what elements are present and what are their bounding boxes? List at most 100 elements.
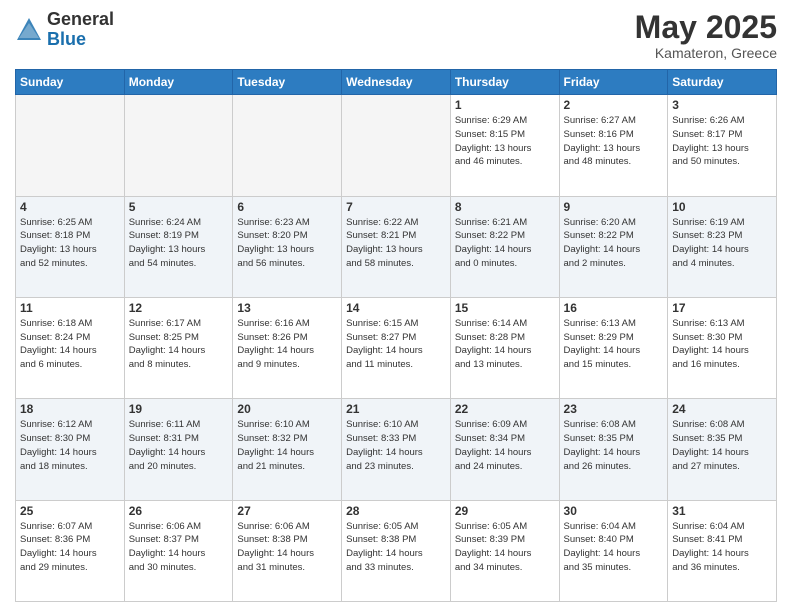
day-number: 15 bbox=[455, 301, 555, 315]
day-number: 25 bbox=[20, 504, 120, 518]
page: General Blue May 2025 Kamateron, Greece … bbox=[0, 0, 792, 612]
calendar-cell: 28Sunrise: 6:05 AM Sunset: 8:38 PM Dayli… bbox=[342, 500, 451, 601]
calendar-week-4: 25 Sunrise: 6:07 AM Sunset: 8:36 PM Dayli… bbox=[16, 500, 777, 601]
calendar-cell: 1Sunrise: 6:29 AM Sunset: 8:15 PM Daylig… bbox=[450, 95, 559, 196]
day-info: Sunrise: 6:09 AM Sunset: 8:34 PM Dayligh… bbox=[455, 418, 555, 473]
day-info: Sunrise: 6:13 AM Sunset: 8:29 PM Dayligh… bbox=[564, 317, 664, 372]
day-info: Sunrise: 6:20 AM Sunset: 8:22 PM Dayligh… bbox=[564, 216, 664, 271]
day-number: 6 bbox=[237, 200, 337, 214]
col-saturday: Saturday bbox=[668, 70, 777, 95]
day-info: Sunrise: 6:10 AM Sunset: 8:32 PM Dayligh… bbox=[237, 418, 337, 473]
day-number: 2 bbox=[564, 98, 664, 112]
day-number: 10 bbox=[672, 200, 772, 214]
calendar-cell: 14Sunrise: 6:15 AM Sunset: 8:27 PM Dayli… bbox=[342, 297, 451, 398]
day-info: Sunrise: 6:08 AM Sunset: 8:35 PM Dayligh… bbox=[564, 418, 664, 473]
day-number: 24 bbox=[672, 402, 772, 416]
calendar-cell: 7 Sunrise: 6:22 AM Sunset: 8:21 PM Daylig… bbox=[342, 196, 451, 297]
day-number: 17 bbox=[672, 301, 772, 315]
day-number: 4 bbox=[20, 200, 120, 214]
day-number: 3 bbox=[672, 98, 772, 112]
day-info: Sunrise: 6:19 AM Sunset: 8:23 PM Dayligh… bbox=[672, 216, 772, 271]
calendar-cell: 24 Sunrise: 6:08 AM Sunset: 8:35 PM Dayli… bbox=[668, 399, 777, 500]
calendar-cell: 12Sunrise: 6:17 AM Sunset: 8:25 PM Dayli… bbox=[124, 297, 233, 398]
calendar-cell: 29Sunrise: 6:05 AM Sunset: 8:39 PM Dayli… bbox=[450, 500, 559, 601]
logo-general: General bbox=[47, 9, 114, 29]
calendar-cell: 17 Sunrise: 6:13 AM Sunset: 8:30 PM Dayli… bbox=[668, 297, 777, 398]
calendar-week-3: 18 Sunrise: 6:12 AM Sunset: 8:30 PM Dayli… bbox=[16, 399, 777, 500]
day-number: 7 bbox=[346, 200, 446, 214]
day-info: Sunrise: 6:11 AM Sunset: 8:31 PM Dayligh… bbox=[129, 418, 229, 473]
logo-icon bbox=[15, 16, 43, 44]
day-info: Sunrise: 6:13 AM Sunset: 8:30 PM Dayligh… bbox=[672, 317, 772, 372]
day-info: Sunrise: 6:04 AM Sunset: 8:41 PM Dayligh… bbox=[672, 520, 772, 575]
calendar-week-2: 11Sunrise: 6:18 AM Sunset: 8:24 PM Dayli… bbox=[16, 297, 777, 398]
day-info: Sunrise: 6:21 AM Sunset: 8:22 PM Dayligh… bbox=[455, 216, 555, 271]
calendar-cell: 23Sunrise: 6:08 AM Sunset: 8:35 PM Dayli… bbox=[559, 399, 668, 500]
calendar-cell: 3 Sunrise: 6:26 AM Sunset: 8:17 PM Daylig… bbox=[668, 95, 777, 196]
logo-text: General Blue bbox=[47, 10, 114, 50]
day-info: Sunrise: 6:14 AM Sunset: 8:28 PM Dayligh… bbox=[455, 317, 555, 372]
calendar-cell bbox=[124, 95, 233, 196]
calendar-cell: 21 Sunrise: 6:10 AM Sunset: 8:33 PM Dayli… bbox=[342, 399, 451, 500]
calendar-cell: 18 Sunrise: 6:12 AM Sunset: 8:30 PM Dayli… bbox=[16, 399, 125, 500]
calendar-cell: 8 Sunrise: 6:21 AM Sunset: 8:22 PM Daylig… bbox=[450, 196, 559, 297]
day-number: 13 bbox=[237, 301, 337, 315]
calendar-cell: 26 Sunrise: 6:06 AM Sunset: 8:37 PM Dayli… bbox=[124, 500, 233, 601]
day-info: Sunrise: 6:16 AM Sunset: 8:26 PM Dayligh… bbox=[237, 317, 337, 372]
day-info: Sunrise: 6:10 AM Sunset: 8:33 PM Dayligh… bbox=[346, 418, 446, 473]
col-thursday: Thursday bbox=[450, 70, 559, 95]
calendar-cell bbox=[342, 95, 451, 196]
calendar-cell: 22 Sunrise: 6:09 AM Sunset: 8:34 PM Dayli… bbox=[450, 399, 559, 500]
day-info: Sunrise: 6:23 AM Sunset: 8:20 PM Dayligh… bbox=[237, 216, 337, 271]
day-number: 16 bbox=[564, 301, 664, 315]
calendar-cell: 10 Sunrise: 6:19 AM Sunset: 8:23 PM Dayli… bbox=[668, 196, 777, 297]
day-number: 20 bbox=[237, 402, 337, 416]
day-info: Sunrise: 6:22 AM Sunset: 8:21 PM Dayligh… bbox=[346, 216, 446, 271]
day-info: Sunrise: 6:04 AM Sunset: 8:40 PM Dayligh… bbox=[564, 520, 664, 575]
day-number: 28 bbox=[346, 504, 446, 518]
month-title: May 2025 bbox=[635, 10, 777, 45]
calendar: Sunday Monday Tuesday Wednesday Thursday… bbox=[15, 69, 777, 602]
calendar-cell: 31 Sunrise: 6:04 AM Sunset: 8:41 PM Dayli… bbox=[668, 500, 777, 601]
day-number: 5 bbox=[129, 200, 229, 214]
calendar-cell: 27 Sunrise: 6:06 AM Sunset: 8:38 PM Dayli… bbox=[233, 500, 342, 601]
calendar-cell: 5 Sunrise: 6:24 AM Sunset: 8:19 PM Daylig… bbox=[124, 196, 233, 297]
day-number: 11 bbox=[20, 301, 120, 315]
calendar-cell: 13 Sunrise: 6:16 AM Sunset: 8:26 PM Dayli… bbox=[233, 297, 342, 398]
col-monday: Monday bbox=[124, 70, 233, 95]
day-number: 22 bbox=[455, 402, 555, 416]
day-number: 31 bbox=[672, 504, 772, 518]
calendar-cell: 30Sunrise: 6:04 AM Sunset: 8:40 PM Dayli… bbox=[559, 500, 668, 601]
calendar-cell: 19Sunrise: 6:11 AM Sunset: 8:31 PM Dayli… bbox=[124, 399, 233, 500]
title-block: May 2025 Kamateron, Greece bbox=[635, 10, 777, 61]
day-number: 27 bbox=[237, 504, 337, 518]
day-info: Sunrise: 6:06 AM Sunset: 8:37 PM Dayligh… bbox=[129, 520, 229, 575]
day-number: 26 bbox=[129, 504, 229, 518]
calendar-header-row: Sunday Monday Tuesday Wednesday Thursday… bbox=[16, 70, 777, 95]
day-info: Sunrise: 6:26 AM Sunset: 8:17 PM Dayligh… bbox=[672, 114, 772, 169]
day-info: Sunrise: 6:05 AM Sunset: 8:39 PM Dayligh… bbox=[455, 520, 555, 575]
col-friday: Friday bbox=[559, 70, 668, 95]
day-number: 8 bbox=[455, 200, 555, 214]
col-sunday: Sunday bbox=[16, 70, 125, 95]
day-info: Sunrise: 6:06 AM Sunset: 8:38 PM Dayligh… bbox=[237, 520, 337, 575]
day-number: 21 bbox=[346, 402, 446, 416]
calendar-week-0: 1Sunrise: 6:29 AM Sunset: 8:15 PM Daylig… bbox=[16, 95, 777, 196]
day-number: 14 bbox=[346, 301, 446, 315]
calendar-cell: 9 Sunrise: 6:20 AM Sunset: 8:22 PM Daylig… bbox=[559, 196, 668, 297]
calendar-cell: 11Sunrise: 6:18 AM Sunset: 8:24 PM Dayli… bbox=[16, 297, 125, 398]
day-info: Sunrise: 6:07 AM Sunset: 8:36 PM Dayligh… bbox=[20, 520, 120, 575]
day-info: Sunrise: 6:24 AM Sunset: 8:19 PM Dayligh… bbox=[129, 216, 229, 271]
logo-blue: Blue bbox=[47, 29, 86, 49]
calendar-cell: 15 Sunrise: 6:14 AM Sunset: 8:28 PM Dayli… bbox=[450, 297, 559, 398]
day-number: 18 bbox=[20, 402, 120, 416]
calendar-cell bbox=[233, 95, 342, 196]
logo: General Blue bbox=[15, 10, 114, 50]
col-wednesday: Wednesday bbox=[342, 70, 451, 95]
calendar-cell: 6 Sunrise: 6:23 AM Sunset: 8:20 PM Daylig… bbox=[233, 196, 342, 297]
header: General Blue May 2025 Kamateron, Greece bbox=[15, 10, 777, 61]
day-info: Sunrise: 6:12 AM Sunset: 8:30 PM Dayligh… bbox=[20, 418, 120, 473]
day-number: 9 bbox=[564, 200, 664, 214]
day-info: Sunrise: 6:08 AM Sunset: 8:35 PM Dayligh… bbox=[672, 418, 772, 473]
calendar-cell: 2Sunrise: 6:27 AM Sunset: 8:16 PM Daylig… bbox=[559, 95, 668, 196]
